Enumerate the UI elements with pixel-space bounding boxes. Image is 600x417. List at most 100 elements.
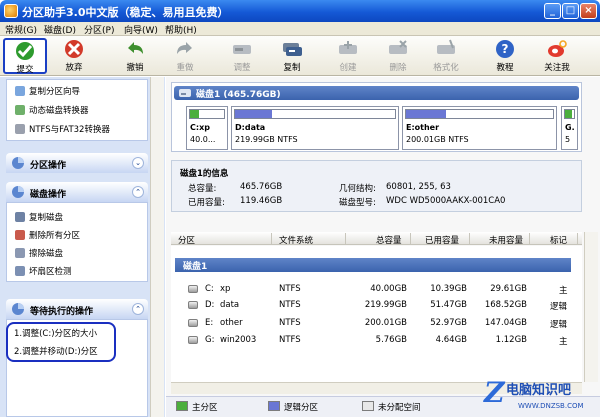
discard-button[interactable]: 放弃 [52, 38, 96, 74]
col-flag[interactable]: 标记 [550, 234, 567, 246]
table-row[interactable]: E: other NTFS 200.01GB 52.97GB 147.04GB … [171, 316, 571, 330]
disk-delete-icon [389, 40, 407, 54]
menu-wizard[interactable]: 向导(W) [124, 23, 158, 36]
maximize-button[interactable]: □ [562, 3, 579, 19]
weibo-icon [548, 40, 567, 57]
col-partition[interactable]: 分区 [178, 234, 195, 246]
menu-general[interactable]: 常规(G) [5, 23, 37, 36]
disk-group-row[interactable]: 磁盘1 [175, 258, 571, 272]
create-button[interactable]: 创建 [326, 38, 370, 74]
disk-info-panel: 磁盘1的信息 总容量: 465.76GB 已用容量: 119.46GB 几何结构… [171, 160, 582, 212]
left-scrollbar[interactable] [150, 77, 164, 417]
chevron-up-icon[interactable]: ⌃ [132, 186, 144, 198]
partition-block-c[interactable]: C:xp 40.0... [186, 106, 228, 150]
disk-ops-box: 复制磁盘 删除所有分区 擦除磁盘 坏扇区检测 [6, 202, 148, 282]
pending-op-1[interactable]: 1.调整(C:)分区的大小 [14, 327, 97, 339]
partition-ops-icon [12, 157, 24, 169]
wizard-copy-partition[interactable]: 复制分区向导 [15, 85, 80, 97]
partition-icon [188, 336, 198, 344]
copy-disk-icon [15, 212, 25, 222]
undo-icon [128, 42, 143, 54]
used-label: 已用容量: [188, 198, 225, 208]
submit-button[interactable]: 提交 [3, 38, 47, 75]
col-filesystem[interactable]: 文件系统 [279, 234, 313, 246]
partition-block-g[interactable]: G. 5 [561, 106, 578, 150]
dynamic-disk-icon [15, 105, 25, 115]
adjust-button[interactable]: 调整 [220, 38, 264, 74]
app-icon [4, 4, 18, 18]
disk-copy-icon [283, 43, 302, 56]
partition-table-header: 分区 文件系统 总容量 已用容量 未用容量 标记 [171, 232, 582, 246]
delete-button[interactable]: 删除 [376, 38, 420, 74]
menu-bar: 常规(G) 磁盘(D) 分区(P) 向导(W) 帮助(H) [0, 22, 600, 36]
chevron-up-icon[interactable]: ⌃ [132, 303, 144, 315]
wizard-dynamic-disk[interactable]: 动态磁盘转换器 [15, 104, 89, 116]
format-button[interactable]: 格式化 [424, 38, 468, 74]
wizard-box: 复制分区向导 动态磁盘转换器 NTFS与FAT32转换器 [6, 79, 148, 141]
tutorial-button[interactable]: ? 教程 [483, 38, 527, 74]
partition-icon [188, 301, 198, 309]
col-free[interactable]: 未用容量 [489, 234, 523, 246]
pending-ops-icon [12, 303, 24, 315]
disk-format-icon [437, 39, 455, 54]
discard-icon [65, 40, 83, 58]
left-pane: 复制分区向导 动态磁盘转换器 NTFS与FAT32转换器 分区操作 ⌄ 磁盘操作… [0, 77, 165, 417]
checkmark-icon [16, 42, 34, 60]
watermark-logo: Z 电脑知识吧 WWW.DNZSB.COM [482, 376, 598, 416]
converter-icon [15, 124, 25, 134]
pending-op-2[interactable]: 2.调整并移动(D:)分区 [14, 345, 98, 357]
partition-block-e[interactable]: E:other 200.01GB NTFS [402, 106, 557, 150]
disk-info-title: 磁盘1的信息 [180, 169, 229, 179]
table-row[interactable]: G: win2003 NTFS 5.76GB 4.64GB 1.12GB 主 [171, 333, 571, 347]
pending-header[interactable]: 等待执行的操作 ⌃ [6, 299, 148, 319]
title-bar: 分区助手3.0中文版（稳定、易用且免费） _ □ × [0, 0, 600, 22]
disk-op-wipe[interactable]: 擦除磁盘 [15, 247, 63, 259]
menu-disk[interactable]: 磁盘(D) [44, 23, 76, 36]
table-row[interactable]: D: data NTFS 219.99GB 51.47GB 168.52GB 逻… [171, 298, 571, 312]
disk-op-copy[interactable]: 复制磁盘 [15, 211, 63, 223]
menu-partition[interactable]: 分区(P) [84, 23, 114, 36]
legend-unallocated: 未分配空间 [362, 401, 421, 413]
col-total[interactable]: 总容量 [376, 234, 402, 246]
disk-op-bad-sector[interactable]: 坏扇区检测 [15, 265, 72, 277]
undo-button[interactable]: 撤销 [113, 38, 157, 74]
primary-swatch [176, 401, 188, 411]
help-icon: ? [496, 40, 514, 58]
copy-button[interactable]: 复制 [270, 38, 314, 74]
follow-button[interactable]: 关注我 [535, 38, 579, 74]
logical-swatch [268, 401, 280, 411]
z-logo-icon: Z [484, 376, 505, 409]
wipe-disk-icon [15, 248, 25, 258]
geometry-value: 60801, 255, 63 [386, 182, 451, 192]
model-label: 磁盘型号: [339, 198, 376, 208]
menu-help[interactable]: 帮助(H) [165, 23, 197, 36]
redo-icon [177, 42, 192, 54]
svg-text:?: ? [502, 42, 509, 56]
disk-op-delete-all[interactable]: 删除所有分区 [15, 229, 80, 241]
total-label: 总容量: [188, 184, 217, 194]
geometry-label: 几何结构: [339, 184, 376, 194]
window-title: 分区助手3.0中文版（稳定、易用且免费） [22, 6, 229, 19]
chevron-down-icon[interactable]: ⌄ [132, 157, 144, 169]
close-button[interactable]: × [580, 3, 597, 19]
used-value: 119.46GB [240, 196, 283, 206]
col-used[interactable]: 已用容量 [425, 234, 459, 246]
watermark-url: WWW.DNZSB.COM [518, 402, 584, 410]
copy-partition-icon [15, 86, 25, 96]
table-vertical-scrollbar[interactable] [584, 232, 598, 382]
redo-button[interactable]: 重做 [163, 38, 207, 74]
wizard-ntfs-fat32[interactable]: NTFS与FAT32转换器 [15, 123, 110, 135]
disk-map-header[interactable]: 磁盘1 (465.76GB) [174, 86, 579, 100]
unallocated-swatch [362, 401, 374, 411]
toolbar: 提交 放弃 撤销 重做 调整 复制 创建 删除 格式化 ? 教程 关注我 [0, 36, 600, 76]
disk-resize-icon [233, 45, 251, 54]
disk-ops-header[interactable]: 磁盘操作 ⌃ [6, 182, 148, 202]
pending-ops-list: 1.调整(C:)分区的大小 2.调整并移动(D:)分区 [6, 322, 116, 362]
partition-icon [188, 285, 198, 293]
disk-create-icon [339, 41, 357, 54]
partition-block-d[interactable]: D:data 219.99GB NTFS [231, 106, 399, 150]
minimize-button[interactable]: _ [544, 3, 561, 19]
partition-icon [188, 319, 198, 327]
partition-ops-header[interactable]: 分区操作 ⌄ [6, 153, 148, 173]
table-row[interactable]: C: xp NTFS 40.00GB 10.39GB 29.61GB 主 [171, 282, 571, 296]
